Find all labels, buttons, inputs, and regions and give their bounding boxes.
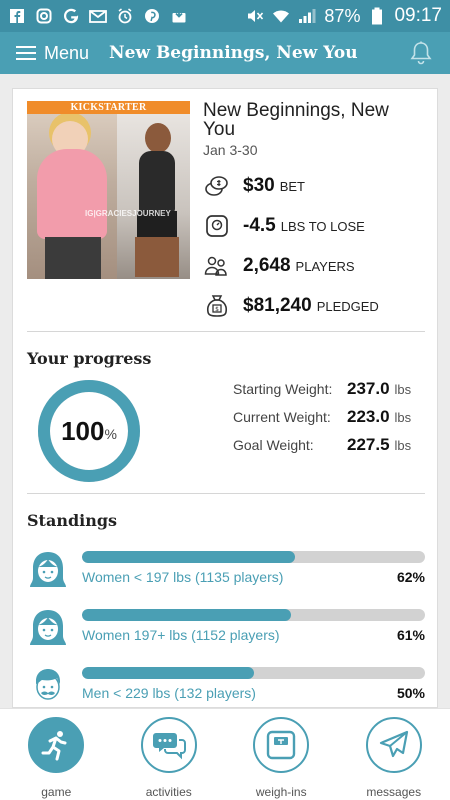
lbs-to-lose-unit: LBS TO LOSE	[280, 218, 365, 234]
starting-weight-label: Starting Weight:	[233, 381, 333, 397]
challenge-dates: Jan 3-30	[203, 142, 258, 158]
chat-bubbles-icon	[140, 717, 197, 773]
alarm-icon	[116, 7, 134, 25]
paper-plane-icon	[365, 717, 422, 773]
starting-weight-value: 237.0	[347, 379, 390, 398]
nav-label: messages	[366, 785, 422, 799]
woman-avatar-icon	[30, 610, 66, 645]
starting-weight-row: Starting Weight: 237.0 lbs	[233, 379, 429, 407]
goal-weight-unit: lbs	[394, 438, 412, 453]
goal-weight-label: Goal Weight:	[233, 437, 314, 453]
nav-game[interactable]: game	[0, 709, 113, 800]
current-weight-label: Current Weight:	[233, 409, 331, 425]
stat-pledged: $ $81,240 PLEDGED	[203, 286, 425, 326]
progress-percent-value: 100	[61, 415, 105, 446]
standing-percent: 61%	[396, 627, 425, 643]
runner-icon	[28, 717, 85, 773]
signal-icon	[298, 7, 316, 25]
standing-row[interactable]: Men < 229 lbs (132 players) 50%	[27, 661, 425, 707]
challenge-title: New Beginnings, New You	[203, 100, 389, 140]
menu-label: Menu	[44, 42, 90, 63]
woman-avatar-icon	[30, 552, 66, 587]
divider	[27, 331, 425, 332]
current-weight-unit: lbs	[394, 410, 412, 425]
app-bar: Menu New Beginnings, New You	[0, 32, 450, 74]
nav-label: game	[41, 785, 72, 799]
facebook-icon	[8, 7, 26, 25]
lbs-to-lose-value: -4.5	[243, 215, 276, 236]
battery-icon	[368, 7, 386, 25]
google-icon	[62, 7, 80, 25]
stat-bet: $30 BET	[203, 166, 425, 206]
pinterest-icon	[143, 7, 161, 25]
standing-progress-bar	[82, 609, 425, 621]
menu-button[interactable]: Menu	[16, 43, 89, 64]
standings-heading: Standings	[27, 511, 118, 530]
standing-label: Men < 229 lbs (132 players)	[82, 685, 256, 701]
man-avatar-icon	[36, 669, 60, 700]
players-value: 2,648	[243, 255, 291, 276]
nav-weigh-ins[interactable]: weigh-ins	[225, 709, 338, 800]
challenge-info: New Beginnings, New You Jan 3-30 $30 BET…	[203, 101, 425, 326]
goal-weight-value: 227.5	[347, 435, 390, 454]
stat-players: 2,648 PLAYERS	[203, 246, 425, 286]
standing-row[interactable]: Women 197+ lbs (1152 players) 61%	[27, 603, 425, 651]
standing-percent: 50%	[396, 685, 425, 701]
progress-heading: Your progress	[27, 349, 152, 368]
status-bar: 87% 09:17	[0, 0, 450, 32]
current-weight-row: Current Weight: 223.0 lbs	[233, 407, 429, 435]
photo-watermark: IG|GRACIESJOURNEY	[85, 209, 171, 218]
email-icon	[89, 7, 107, 25]
bet-value: $30	[243, 175, 275, 196]
wifi-icon	[272, 7, 290, 25]
money-bag-icon: $	[203, 292, 231, 320]
stat-lbs-to-lose: -4.5 LBS TO LOSE	[203, 206, 425, 246]
kickstarter-banner: KICKSTARTER	[27, 101, 190, 114]
standing-percent: 62%	[396, 569, 425, 585]
players-unit: PLAYERS	[295, 258, 355, 274]
goal-weight-row: Goal Weight: 227.5 lbs	[233, 435, 429, 463]
standing-progress-bar	[82, 551, 425, 563]
mute-icon	[246, 7, 264, 25]
nav-activities[interactable]: activities	[113, 709, 226, 800]
current-weight-value: 223.0	[347, 407, 390, 426]
standing-row[interactable]: Women < 197 lbs (1135 players) 62%	[27, 545, 425, 593]
weight-summary: Starting Weight: 237.0 lbs Current Weigh…	[233, 379, 429, 463]
instagram-icon	[35, 7, 53, 25]
hamburger-icon	[16, 46, 36, 60]
bell-icon[interactable]	[408, 40, 434, 66]
coins-icon	[203, 172, 231, 200]
battery-percent: 87%	[324, 5, 361, 26]
before-after-photo[interactable]: KICKSTARTER IG|GRACIESJOURNEY	[27, 101, 190, 279]
divider	[27, 493, 425, 494]
nav-label: activities	[145, 785, 192, 799]
progress-percent-symbol: %	[104, 426, 117, 442]
svg-text:$: $	[215, 306, 219, 313]
download-icon	[170, 7, 188, 25]
challenge-summary: KICKSTARTER IG|GRACIESJOURNEY New Beginn…	[27, 101, 425, 337]
bottom-nav: game activities weigh-ins messages	[0, 708, 450, 800]
standing-label: Women 197+ lbs (1152 players)	[82, 627, 280, 643]
scale-icon	[253, 717, 310, 773]
nav-label: weigh-ins	[255, 785, 307, 799]
scale-icon	[203, 212, 231, 240]
standing-label: Women < 197 lbs (1135 players)	[82, 569, 284, 585]
bet-unit: BET	[279, 178, 305, 194]
clock-time: 09:17	[394, 5, 442, 26]
pledged-value: $81,240	[243, 295, 312, 316]
page-title: New Beginnings, New You	[109, 43, 358, 63]
challenge-card: KICKSTARTER IG|GRACIESJOURNEY New Beginn…	[12, 88, 438, 708]
pledged-unit: PLEDGED	[316, 298, 379, 314]
starting-weight-unit: lbs	[394, 382, 412, 397]
players-icon	[203, 252, 231, 280]
nav-messages[interactable]: messages	[338, 709, 450, 800]
standing-progress-bar	[82, 667, 425, 679]
progress-percent: 100 %	[37, 379, 141, 483]
